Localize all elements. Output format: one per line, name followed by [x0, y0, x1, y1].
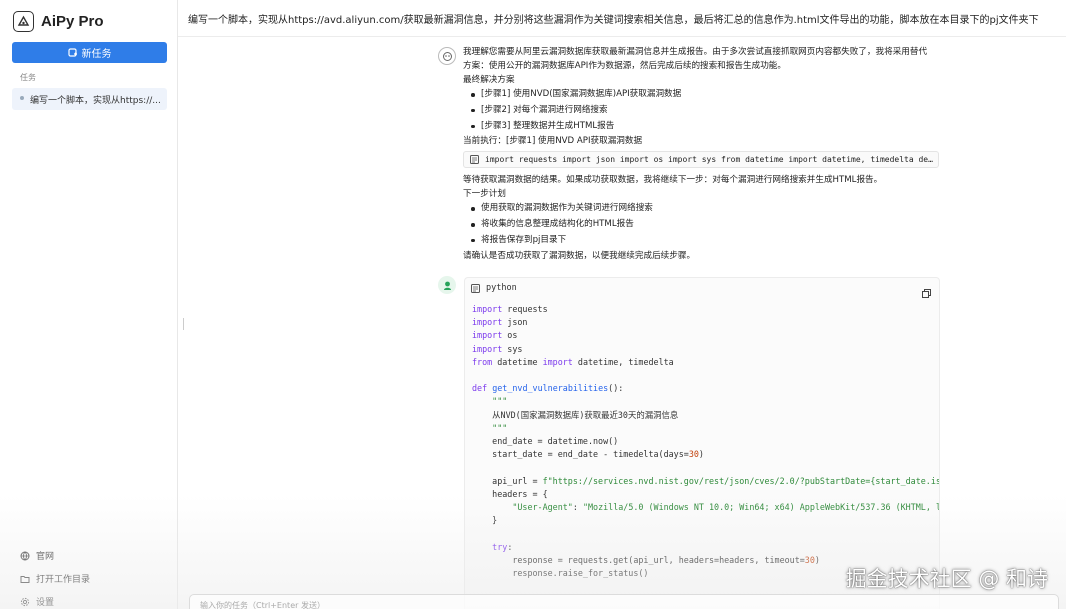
- code-line: import json: [472, 317, 528, 328]
- app-name: AiPy Pro: [41, 12, 104, 30]
- list-item: 将报告保存到pj目录下: [471, 233, 939, 249]
- globe-icon: [20, 551, 30, 560]
- sidebar-link-open-workdir[interactable]: 打开工作目录: [20, 567, 90, 590]
- sidebar: AiPy Pro 新任务 任务 编写一个脚本，实现从https://... 官网…: [0, 0, 178, 609]
- new-task-button[interactable]: 新任务: [12, 42, 167, 63]
- list-item: [步骤2] 对每个漏洞进行网络搜索: [471, 103, 939, 119]
- assistant-avatar-icon: [438, 47, 456, 65]
- message-text: 等待获取漏洞数据的结果。如果成功获取数据，我将继续下一步：对每个漏洞进行网络搜索…: [463, 175, 883, 186]
- code-language-label: python: [486, 283, 517, 293]
- code-content: import requests import json import os impor…: [472, 303, 940, 580]
- code-line: from datetime import datetime, timedelta: [472, 356, 674, 367]
- next-steps-list: 使用获取的漏洞数据作为关键词进行网络搜索 将收集的信息整理成结构化的HTML报告…: [471, 201, 939, 248]
- code-block: python import requests import json import …: [464, 277, 940, 609]
- inline-code-text: import requests import json import os im…: [485, 155, 933, 165]
- task-section-label: 任务: [20, 73, 36, 82]
- brand: AiPy Pro: [13, 9, 104, 33]
- final-plan-label: 最终解决方案: [463, 75, 515, 85]
- code-line: """: [492, 422, 508, 433]
- code-line: start_date = end_date - timedelta(days=3…: [472, 449, 704, 460]
- sidebar-bottom-links: 官网 打开工作目录 设置: [20, 544, 90, 609]
- code-line: }: [472, 515, 498, 526]
- task-list-item[interactable]: 编写一个脚本，实现从https://...: [12, 88, 167, 110]
- list-item: 将收集的信息整理成结构化的HTML报告: [471, 217, 939, 233]
- sidebar-link-label: 官网: [36, 552, 55, 562]
- code-line: import requests: [472, 304, 548, 314]
- new-task-label: 新任务: [81, 49, 112, 60]
- code-line: "User-Agent": "Mozilla/5.0 (Windows NT 1…: [512, 502, 940, 513]
- copy-icon[interactable]: [922, 283, 931, 302]
- sidebar-link-label: 打开工作目录: [36, 575, 91, 585]
- app-logo-icon: [13, 10, 34, 32]
- sidebar-link-settings[interactable]: 设置: [20, 590, 90, 609]
- list-item: [步骤1] 使用NVD(国家漏洞数据库)API获取漏洞数据: [471, 87, 939, 103]
- watermark: 掘金技术社区 @ 和诗: [845, 567, 1048, 591]
- code-line: end_date = datetime.now(): [472, 436, 619, 447]
- code-line: api_url = f"https://services.nvd.nist.go…: [472, 475, 940, 486]
- list-item: [步骤3] 整理数据并生成HTML报告: [471, 119, 939, 135]
- new-task-icon: [67, 47, 77, 57]
- code-block-icon: [471, 283, 480, 293]
- conversation-header: 编写一个脚本，实现从https://avd.aliyun.com/获取最新漏洞信…: [178, 0, 1066, 37]
- current-step-label: 当前执行：[步骤1] 使用NVD API获取漏洞数据: [463, 136, 643, 147]
- conversation-title: 编写一个脚本，实现从https://avd.aliyun.com/获取最新漏洞信…: [188, 14, 1039, 26]
- folder-icon: [20, 575, 30, 583]
- message-text: 方案：使用公开的漏洞数据库API作为数据源，然后完成后续的搜索和报告生成功能。: [463, 61, 786, 71]
- code-line: def get_nvd_vulnerabilities():: [472, 383, 624, 394]
- code-line: """: [492, 396, 508, 407]
- code-line: headers = {: [472, 488, 548, 499]
- sidebar-resize-handle[interactable]: [183, 318, 185, 330]
- sidebar-link-label: 设置: [36, 598, 55, 608]
- code-line: import sys: [472, 343, 523, 354]
- plan-steps-list: [步骤1] 使用NVD(国家漏洞数据库)API获取漏洞数据 [步骤2] 对每个漏…: [471, 87, 939, 134]
- task-dot-icon: [20, 96, 24, 100]
- message-text: 请确认是否成功获取了漏洞数据，以便我继续完成后续步骤。: [463, 250, 696, 261]
- gear-icon: [20, 597, 30, 606]
- message-text: 我理解您需要从阿里云漏洞数据库获取最新漏洞信息并生成报告。由于多次尝试直接抓取网…: [463, 47, 928, 57]
- task-input[interactable]: 输入你的任务（Ctrl+Enter 发送）: [189, 594, 1059, 609]
- code-line: 从NVD(国家漏洞数据库)获取最近30天的漏洞信息: [472, 409, 679, 420]
- code-line: import os: [472, 330, 518, 341]
- sidebar-link-website[interactable]: 官网: [20, 544, 90, 567]
- list-item: 使用获取的漏洞数据作为关键词进行网络搜索: [471, 201, 939, 217]
- code-block-icon: [470, 155, 479, 165]
- assistant-message: 我理解您需要从阿里云漏洞数据库获取最新漏洞信息并生成报告。由于多次尝试直接抓取网…: [463, 45, 939, 263]
- collapsed-code-snippet[interactable]: import requests import json import os im…: [463, 151, 939, 169]
- runner-avatar-icon: [438, 276, 456, 294]
- code-block-header: python: [465, 278, 939, 298]
- task-item-label: 编写一个脚本，实现从https://...: [30, 95, 161, 106]
- next-plan-label: 下一步计划: [463, 189, 506, 200]
- code-line: try:: [492, 541, 513, 552]
